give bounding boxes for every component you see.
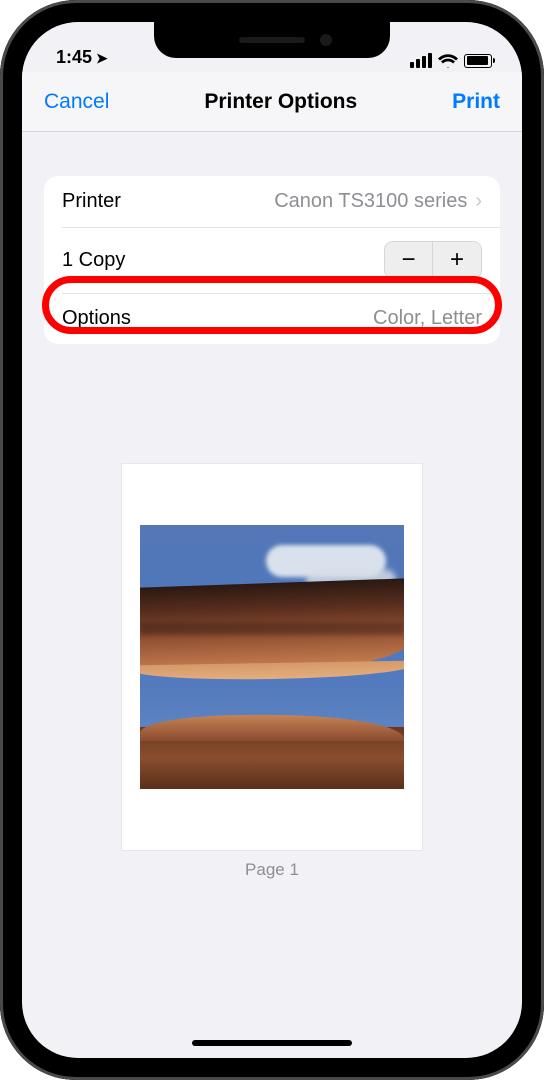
copies-label: 1 Copy xyxy=(62,249,125,272)
decrement-copies-button[interactable]: − xyxy=(385,242,433,278)
copies-row: 1 Copy − + xyxy=(44,227,500,293)
print-button[interactable]: Print xyxy=(452,90,500,114)
options-label: Options xyxy=(62,307,131,330)
status-time: 1:45 xyxy=(56,47,92,68)
wifi-icon xyxy=(438,54,458,68)
options-value: Color, Letter xyxy=(373,307,482,330)
page-title: Printer Options xyxy=(204,90,357,114)
printer-label: Printer xyxy=(62,190,121,213)
cancel-button[interactable]: Cancel xyxy=(44,90,109,114)
printer-value: Canon TS3100 series xyxy=(274,190,467,213)
location-icon: ➤ xyxy=(96,50,108,67)
page-number-label: Page 1 xyxy=(245,860,299,880)
cellular-signal-icon xyxy=(410,53,432,68)
options-row[interactable]: Options Color, Letter xyxy=(44,293,500,344)
nav-bar: Cancel Printer Options Print xyxy=(22,72,522,132)
increment-copies-button[interactable]: + xyxy=(433,242,481,278)
copies-stepper: − + xyxy=(384,241,482,279)
battery-icon xyxy=(464,54,492,68)
screen: 1:45 ➤ Cancel Printer Options Print Prin… xyxy=(22,22,522,1058)
notch xyxy=(154,22,390,58)
page-preview[interactable] xyxy=(122,464,422,850)
printer-row[interactable]: Printer Canon TS3100 series › xyxy=(44,176,500,227)
preview-image xyxy=(140,525,404,789)
home-indicator[interactable] xyxy=(192,1040,352,1046)
chevron-right-icon: › xyxy=(475,190,482,213)
device-frame: 1:45 ➤ Cancel Printer Options Print Prin… xyxy=(0,0,544,1080)
settings-card: Printer Canon TS3100 series › 1 Copy − +… xyxy=(44,176,500,344)
preview-area: Page 1 xyxy=(22,464,522,880)
